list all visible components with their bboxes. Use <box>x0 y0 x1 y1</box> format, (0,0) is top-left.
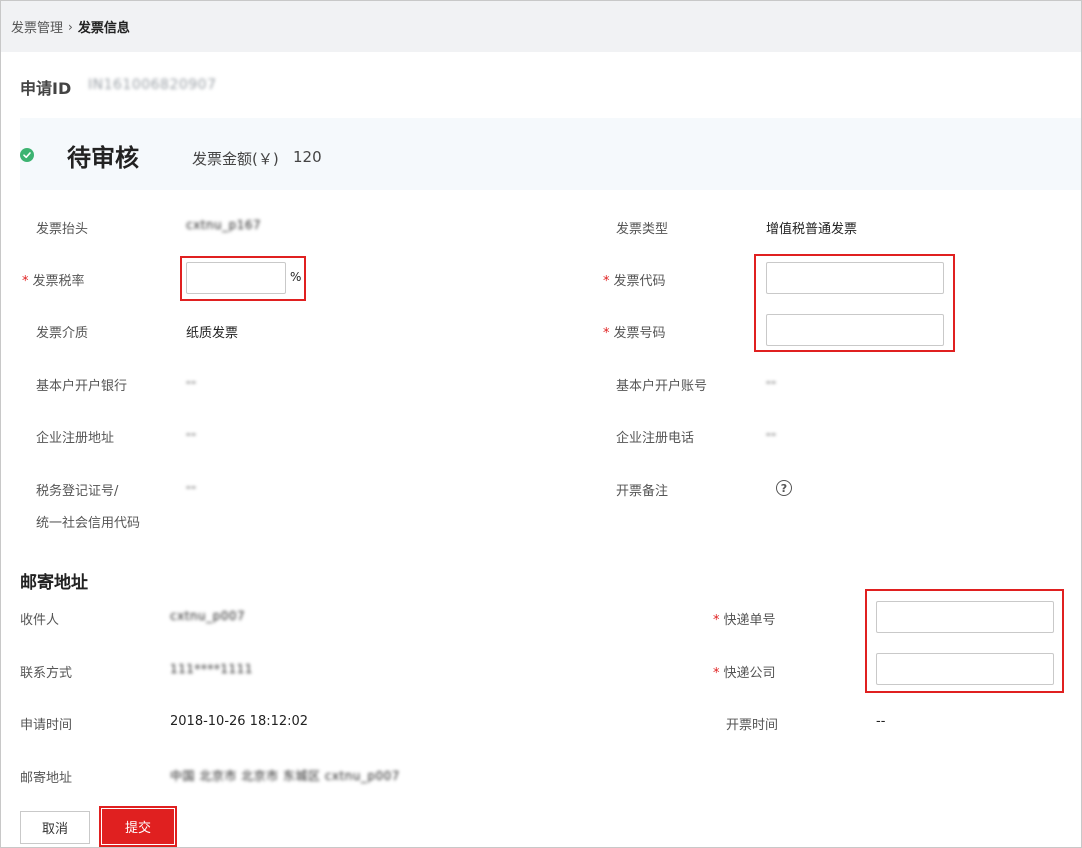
invoice-time-value: -- <box>876 714 886 729</box>
tracking-number-label: * 快递单号 <box>713 613 776 628</box>
status-title: 待审核 <box>67 144 139 172</box>
contact-value: 111****1111 <box>170 662 253 676</box>
help-circle-icon[interactable]: ? <box>776 480 792 496</box>
tax-rate-label: * 发票税率 <box>22 274 85 289</box>
invoice-amount-label: 发票金额(￥) <box>192 150 279 168</box>
mailing-address-value: 中国 北京市 北京市 东城区 cxtnu_p007 <box>170 769 400 783</box>
breadcrumb-link-invoice-management[interactable]: 发票管理 <box>11 17 63 36</box>
invoice-type-label: 发票类型 <box>616 222 669 237</box>
recipient-label: 收件人 <box>20 613 60 628</box>
tax-id-label-line2: 统一社会信用代码 <box>36 516 141 531</box>
invoice-number-label: * 发票号码 <box>603 326 666 341</box>
apply-time-value: 2018-10-26 18:12:02 <box>170 714 309 729</box>
breadcrumb-current: 发票信息 <box>77 21 130 36</box>
account-label: 基本户开户账号 <box>616 379 708 394</box>
tax-rate-input[interactable] <box>186 262 286 294</box>
required-mark: * <box>713 666 720 681</box>
registered-phone-value: -- <box>766 427 777 442</box>
invoice-number-input[interactable] <box>766 314 944 346</box>
invoice-medium-value: 纸质发票 <box>186 326 239 341</box>
required-mark: * <box>713 613 720 628</box>
invoice-code-label: * 发票代码 <box>603 274 666 289</box>
invoice-medium-label: 发票介质 <box>36 326 89 341</box>
mailing-address-label: 邮寄地址 <box>20 771 73 786</box>
tax-id-label-line1: 税务登记证号/ <box>36 484 119 499</box>
registered-address-value: -- <box>186 427 197 442</box>
invoice-amount-value: 120 <box>293 148 322 166</box>
required-mark: * <box>603 326 610 341</box>
registered-address-label: 企业注册地址 <box>36 431 115 446</box>
tracking-number-input[interactable] <box>876 601 1054 633</box>
apply-time-label: 申请时间 <box>20 718 73 733</box>
application-id-value: IN161006820907 <box>88 77 217 93</box>
bank-value: -- <box>186 375 197 390</box>
tax-rate-unit: % <box>290 270 302 284</box>
invoice-title-label: 发票抬头 <box>36 222 89 237</box>
status-banner: 待审核 发票金额(￥) 120 <box>20 118 1081 190</box>
contact-label: 联系方式 <box>20 666 73 681</box>
invoice-type-value: 增值税普通发票 <box>766 222 858 237</box>
recipient-value: cxtnu_p007 <box>170 609 246 623</box>
cancel-button[interactable]: 取消 <box>20 811 90 844</box>
tax-id-value: -- <box>186 480 197 495</box>
bank-label: 基本户开户银行 <box>36 379 128 394</box>
invoice-code-input[interactable] <box>766 262 944 294</box>
mailing-section-title: 邮寄地址 <box>20 573 88 593</box>
courier-company-label: * 快递公司 <box>713 666 776 681</box>
invoice-time-label: 开票时间 <box>726 718 779 733</box>
application-id-label: 申请ID <box>20 79 72 98</box>
required-mark: * <box>603 274 610 289</box>
courier-company-input[interactable] <box>876 653 1054 685</box>
check-circle-icon <box>20 148 34 162</box>
registered-phone-label: 企业注册电话 <box>616 431 695 446</box>
invoice-remark-label: 开票备注 <box>616 484 669 499</box>
account-value: -- <box>766 375 777 390</box>
submit-button[interactable]: 提交 <box>99 806 177 847</box>
invoice-title-value: cxtnu_p167 <box>186 218 262 232</box>
required-mark: * <box>22 274 29 289</box>
breadcrumb: 发票管理 › 发票信息 <box>1 1 1081 52</box>
chevron-right-icon: › <box>68 19 73 34</box>
